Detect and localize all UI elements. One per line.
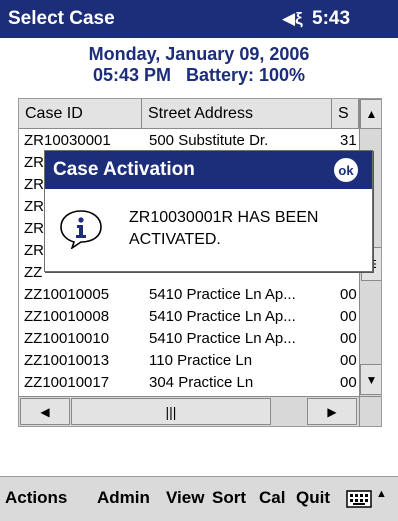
case-activation-dialog: Case Activation ok ZR10030001R HAS BEEN … (44, 150, 373, 272)
cell-case-id: ZZ10010010 (24, 330, 110, 347)
menu-admin[interactable]: Admin (97, 488, 150, 508)
clock[interactable]: 5:43 (312, 8, 350, 30)
arrow-down-icon: ▼ (365, 372, 378, 387)
status-info: Monday, January 09, 2006 05:43 PM Batter… (0, 44, 398, 86)
scroll-right-button[interactable]: ▶ (307, 398, 357, 425)
horizontal-scrollbar[interactable]: ◀ ||| ▶ (19, 396, 359, 426)
table-row[interactable]: ZZ10010010 5410 Practice Ln Ap... 00 (19, 328, 359, 350)
keyboard-icon[interactable] (346, 488, 372, 510)
scroll-up-button[interactable]: ▲ (360, 99, 381, 129)
scrollbar-corner (359, 396, 381, 426)
cell-case-id: ZZ10010008 (24, 308, 110, 325)
cell-case-id: ZZ10010005 (24, 286, 110, 303)
cell-street-address: 5410 Practice Ln Ap... (149, 308, 296, 325)
menu-actions[interactable]: Actions (5, 488, 67, 508)
scroll-down-button[interactable]: ▼ (360, 364, 381, 395)
column-header-case-id[interactable]: Case ID (19, 99, 142, 129)
table-row[interactable]: ZZ10010008 5410 Practice Ln Ap... 00 (19, 306, 359, 328)
title-bar: Select Case ◀ξ 5:43 (0, 0, 398, 38)
horizontal-scroll-thumb[interactable]: ||| (71, 398, 271, 425)
menu-sort[interactable]: Sort (212, 488, 246, 508)
column-header-s[interactable]: S (332, 99, 359, 129)
input-panel-arrow-icon[interactable]: ▲ (376, 488, 387, 500)
ok-button[interactable]: ok (334, 158, 358, 182)
time-label: 05:43 PM (92, 65, 171, 85)
cell-street-address: 5410 Practice Ln Ap... (149, 286, 296, 303)
arrow-up-icon: ▲ (365, 107, 378, 121)
table-row[interactable]: ZZ10010013 110 Practice Ln 00 (19, 350, 359, 372)
cell-street-address: 500 Substitute Dr. (149, 132, 269, 149)
grip-icon: ||| (165, 403, 177, 420)
dialog-title: Case Activation (53, 159, 195, 180)
dialog-title-bar: Case Activation ok (45, 151, 372, 189)
arrow-right-icon: ▶ (327, 404, 337, 419)
table-row[interactable]: ZR10030001 500 Substitute Dr. 31 (19, 130, 359, 152)
menu-view[interactable]: View (166, 488, 204, 508)
cell-street-address: 5410 Practice Ln Ap... (149, 330, 296, 347)
cell-case-id: ZZ10010017 (24, 374, 110, 391)
table-row[interactable]: ZZ10010017 304 Practice Ln 00 (19, 372, 359, 394)
cell-street-address: 110 Practice Ln (149, 352, 253, 369)
volume-icon[interactable]: ◀ξ (282, 9, 303, 29)
cell-case-id: ZZ10010013 (24, 352, 110, 369)
table-row[interactable]: ZZ10010005 5410 Practice Ln Ap... 00 (19, 284, 359, 306)
menu-bar: Actions Admin View Sort Cal Quit ▲ (0, 476, 398, 521)
column-header-street-address[interactable]: Street Address (142, 99, 332, 129)
menu-cal[interactable]: Cal (259, 488, 285, 508)
battery-label: Battery: 100% (186, 65, 306, 85)
window-title: Select Case (8, 8, 115, 29)
arrow-left-icon: ◀ (40, 404, 50, 419)
scroll-left-button[interactable]: ◀ (20, 398, 70, 425)
menu-quit[interactable]: Quit (296, 488, 330, 508)
cell-case-id: ZR10030001 (24, 132, 111, 149)
dialog-message: ZR10030001R HAS BEEN ACTIVATED. (129, 209, 319, 248)
date-label: Monday, January 09, 2006 (88, 44, 310, 64)
cell-street-address: 304 Practice Ln (149, 374, 254, 391)
info-icon (60, 210, 102, 249)
